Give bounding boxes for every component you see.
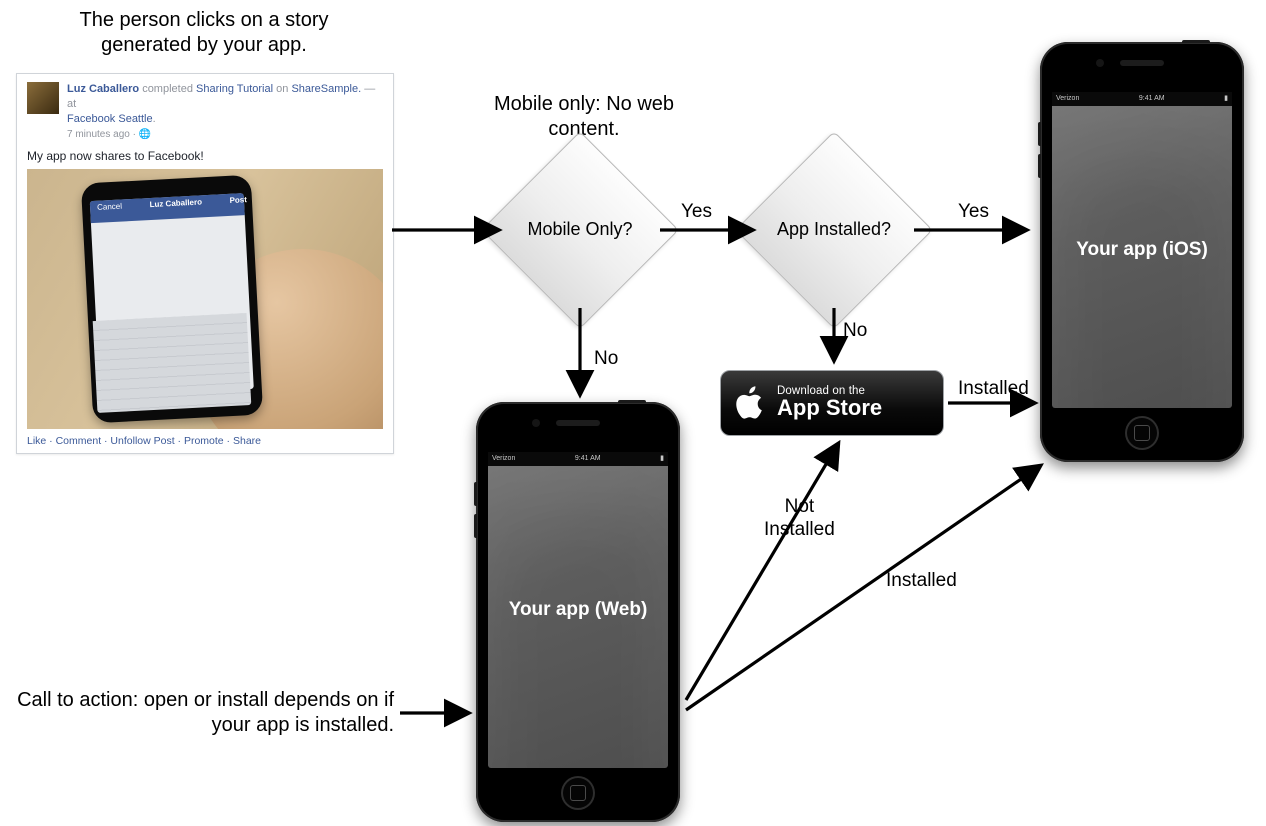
edge-label-installed-1: Installed	[958, 378, 1029, 400]
apple-logo-icon	[735, 385, 765, 421]
edge-label-yes-1: Yes	[681, 201, 712, 223]
decision-app-installed-label: App Installed?	[764, 160, 904, 300]
status-carrier: Verizon	[492, 455, 515, 464]
author-name: Luz Caballero	[67, 83, 139, 95]
status-time: 9:41 AM	[1139, 95, 1165, 104]
place-name: Facebook Seattle	[67, 113, 153, 125]
object-name: Sharing Tutorial	[196, 83, 273, 95]
edge-label-no-1: No	[594, 348, 618, 370]
caption-cta: Call to action: open or install depends …	[14, 688, 394, 738]
caption-click-story: The person clicks on a story generated b…	[44, 8, 364, 58]
decision-mobile-only: Mobile Only?	[510, 160, 650, 300]
facebook-story-card[interactable]: Luz Caballero completed Sharing Tutorial…	[16, 73, 394, 454]
appstore-line2: App Store	[777, 395, 882, 421]
app-name: ShareSample.	[291, 83, 361, 95]
edge-label-yes-2: Yes	[958, 201, 989, 223]
phone-ios-label: Your app (iOS)	[1076, 238, 1208, 262]
story-actions[interactable]: Like · Comment · Unfollow Post · Promote…	[27, 435, 383, 447]
edge-label-installed-2: Installed	[886, 570, 957, 592]
diagram-canvas: The person clicks on a story generated b…	[0, 0, 1266, 826]
phone-your-app-ios: Verizon 9:41 AM ▮ Your app (iOS)	[1040, 42, 1244, 462]
avatar	[27, 82, 59, 114]
phone-your-app-web: Verizon 9:41 AM ▮ Your app (Web)	[476, 402, 680, 822]
status-carrier: Verizon	[1056, 95, 1079, 104]
battery-icon: ▮	[1224, 95, 1228, 104]
home-button-icon	[1125, 416, 1159, 450]
edge-label-no-2: No	[843, 320, 867, 342]
action-verb: completed	[142, 83, 193, 95]
home-button-icon	[561, 776, 595, 810]
battery-icon: ▮	[660, 455, 664, 464]
decision-app-installed: App Installed?	[764, 160, 904, 300]
phone-web-label: Your app (Web)	[509, 598, 648, 622]
story-timestamp: 7 minutes ago · 🌐	[67, 128, 383, 142]
story-photo[interactable]: Cancel Luz Caballero Post	[27, 169, 383, 429]
compose-post: Post	[229, 195, 247, 205]
story-body-text: My app now shares to Facebook!	[27, 149, 383, 163]
compose-cancel: Cancel	[97, 202, 122, 212]
decision-mobile-only-label: Mobile Only?	[510, 160, 650, 300]
edge-label-not-installed: Not Installed	[764, 496, 835, 542]
action-prep: on	[276, 83, 288, 95]
story-header-text: Luz Caballero completed Sharing Tutorial…	[67, 82, 383, 141]
app-store-badge[interactable]: Download on the App Store	[720, 370, 944, 436]
status-time: 9:41 AM	[575, 455, 601, 464]
